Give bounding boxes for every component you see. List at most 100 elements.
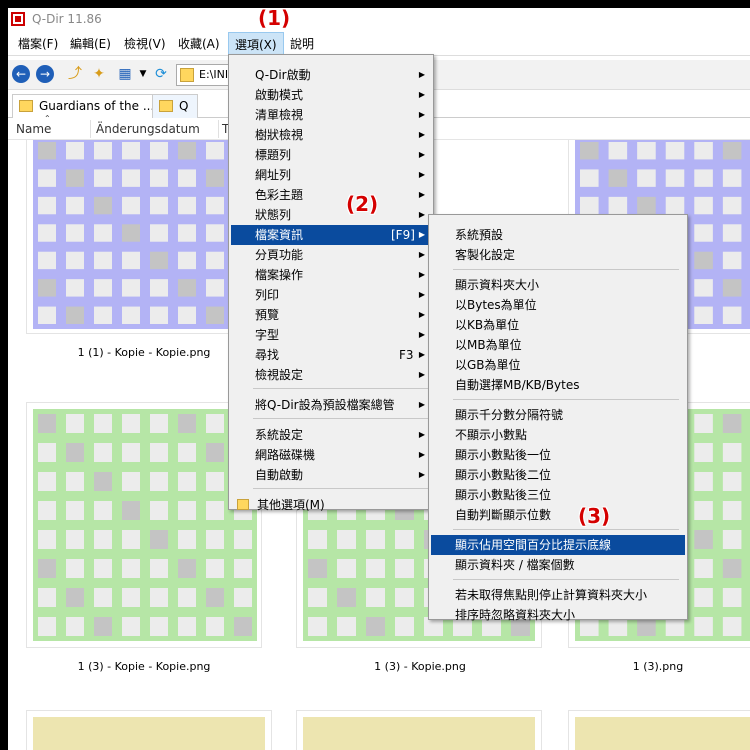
- file-info-menu-item[interactable]: 以Bytes為單位: [431, 295, 685, 315]
- submenu-arrow-icon: ▶: [418, 250, 425, 259]
- file-thumbnail[interactable]: [568, 710, 750, 750]
- qdir-window: Q-Dir 11.86 檔案(F) 編輯(E) 檢視(V) 收藏(A) 選項(X…: [8, 8, 750, 750]
- menu-separator: [453, 579, 679, 580]
- menu-item-label: 網址列: [255, 168, 292, 182]
- menu-favorites[interactable]: 收藏(A): [172, 32, 226, 56]
- options-menu-item[interactable]: 色彩主題 ▶: [231, 185, 431, 205]
- menu-separator: [253, 488, 429, 489]
- options-menu-item[interactable]: 檔案操作 ▶: [231, 265, 431, 285]
- up-folder-icon[interactable]: ⤴: [66, 66, 84, 82]
- options-menu-item[interactable]: 樹狀檢視 ▶: [231, 125, 431, 145]
- file-caption[interactable]: 1 (3) - Kopie.png: [300, 660, 540, 673]
- submenu-arrow-icon: ▶: [418, 110, 425, 119]
- submenu-arrow-icon: ▶: [418, 150, 425, 159]
- options-menu-item[interactable]: 列印 ▶: [231, 285, 431, 305]
- tab-guardians[interactable]: Guardians of the ...: [12, 94, 154, 118]
- menu-item-label: 顯示小數點後二位: [455, 468, 552, 482]
- forward-icon[interactable]: →: [36, 65, 54, 83]
- menu-bar: 檔案(F) 編輯(E) 檢視(V) 收藏(A) 選項(X) 說明: [8, 32, 750, 56]
- menu-item-shortcut: [F9]: [391, 228, 415, 242]
- options-menu-item[interactable]: 尋找 F3 ▶: [231, 345, 431, 365]
- options-menu-item[interactable]: 檢視設定 ▶: [231, 365, 431, 385]
- menu-item-label: 樹狀檢視: [255, 128, 304, 142]
- file-info-menu-item[interactable]: 顯示資料夾大小: [431, 275, 685, 295]
- tab-q[interactable]: Q: [152, 94, 198, 118]
- view-mode-icon[interactable]: ▦: [116, 66, 134, 82]
- menu-item-label: 顯示小數點後一位: [455, 448, 552, 462]
- options-menu-item[interactable]: 自動啟動 ▶: [231, 465, 431, 485]
- menu-item-label: 預覽: [255, 308, 280, 322]
- file-thumbnail[interactable]: [26, 402, 262, 648]
- options-menu-item[interactable]: 網址列 ▶: [231, 165, 431, 185]
- file-info-menu-item[interactable]: 顯示千分數分隔符號: [431, 405, 685, 425]
- options-menu-item[interactable]: 啟動模式 ▶: [231, 85, 431, 105]
- options-menu-item[interactable]: 預覽 ▶: [231, 305, 431, 325]
- tab-label: Q: [179, 99, 189, 113]
- file-thumbnail[interactable]: [296, 710, 542, 750]
- file-caption[interactable]: 1 (3) - Kopie - Kopie.png: [24, 660, 264, 673]
- options-menu-item[interactable]: 系統設定 ▶: [231, 425, 431, 445]
- file-info-menu-item[interactable]: 客製化設定: [431, 245, 685, 265]
- options-menu-item[interactable]: 清單檢視 ▶: [231, 105, 431, 125]
- address-bar[interactable]: E:\INI: [176, 64, 236, 86]
- menu-help[interactable]: 說明: [284, 32, 320, 56]
- options-menu-item[interactable]: 標題列 ▶: [231, 145, 431, 165]
- thumbnail-image: [33, 717, 265, 750]
- menu-separator: [453, 529, 679, 530]
- options-menu-item[interactable]: 字型 ▶: [231, 325, 431, 345]
- menu-item-label: Q-Dir啟動: [255, 68, 311, 82]
- menu-item-label: 檔案操作: [255, 268, 304, 282]
- column-separator[interactable]: [90, 120, 91, 138]
- file-info-menu-item[interactable]: 以GB為單位: [431, 355, 685, 375]
- submenu-arrow-icon: ▶: [418, 310, 425, 319]
- file-thumbnail[interactable]: [26, 140, 262, 334]
- refresh-icon[interactable]: ⟳: [152, 66, 170, 82]
- file-info-menu-item[interactable]: 若未取得焦點則停止計算資料夾大小: [431, 585, 685, 605]
- file-info-menu-item[interactable]: 顯示小數點後三位: [431, 485, 685, 505]
- options-menu-item[interactable]: Q-Dir啟動 ▶: [231, 65, 431, 85]
- window-title: Q-Dir 11.86: [32, 12, 102, 26]
- menu-options[interactable]: 選項(X): [228, 32, 284, 56]
- file-info-menu-item[interactable]: 顯示小數點後二位: [431, 465, 685, 485]
- options-menu-item[interactable]: 其他選項(M): [231, 495, 431, 515]
- submenu-arrow-icon: ▶: [418, 290, 425, 299]
- column-separator[interactable]: [218, 120, 219, 138]
- file-info-menu-item[interactable]: 系統預設: [431, 225, 685, 245]
- file-thumbnail[interactable]: [26, 710, 272, 750]
- file-info-menu-item[interactable]: 以MB為單位: [431, 335, 685, 355]
- options-menu-item[interactable]: 檔案資訊 [F9] ▶: [231, 225, 431, 245]
- menu-item-label: 排序時忽略資料夾大小: [455, 608, 576, 622]
- file-info-menu-item[interactable]: 顯示佔用空間百分比提示底線: [431, 535, 685, 555]
- file-info-menu-item[interactable]: 顯示小數點後一位: [431, 445, 685, 465]
- thumbnail-image: [33, 140, 257, 329]
- options-menu-item[interactable]: 將Q-Dir設為預設檔案總管 ▶: [231, 395, 431, 415]
- file-caption[interactable]: 1 (3).png: [568, 660, 748, 673]
- menu-item-label: 顯示資料夾大小: [455, 278, 540, 292]
- options-menu-item[interactable]: 分頁功能 ▶: [231, 245, 431, 265]
- file-info-menu-item[interactable]: 自動選擇MB/KB/Bytes: [431, 375, 685, 395]
- file-info-menu-item[interactable]: 顯示資料夾 / 檔案個數: [431, 555, 685, 575]
- back-icon[interactable]: ←: [12, 65, 30, 83]
- menu-item-label: 系統預設: [455, 228, 504, 242]
- menu-item-label: 字型: [255, 328, 280, 342]
- file-info-menu-item[interactable]: 不顯示小數點: [431, 425, 685, 445]
- chevron-down-icon[interactable]: ▼: [134, 66, 152, 82]
- file-info-menu-item[interactable]: 排序時忽略資料夾大小: [431, 605, 685, 625]
- menu-edit[interactable]: 編輯(E): [64, 32, 117, 56]
- menu-item-label: 標題列: [255, 148, 292, 162]
- submenu-arrow-icon: ▶: [418, 230, 425, 239]
- column-name[interactable]: Name: [16, 122, 51, 136]
- menu-view[interactable]: 檢視(V): [118, 32, 172, 56]
- file-info-menu-item[interactable]: 以KB為單位: [431, 315, 685, 335]
- column-date[interactable]: Änderungsdatum: [96, 122, 200, 136]
- menu-file[interactable]: 檔案(F): [12, 32, 64, 56]
- menu-separator: [453, 269, 679, 270]
- submenu-arrow-icon: ▶: [418, 90, 425, 99]
- app-icon: [11, 12, 25, 26]
- options-menu-item[interactable]: 網路磁碟機 ▶: [231, 445, 431, 465]
- new-folder-icon[interactable]: ✦: [90, 66, 108, 82]
- folder-icon: [19, 100, 33, 112]
- file-info-menu-item[interactable]: 自動判斷顯示位數: [431, 505, 685, 525]
- options-menu-item[interactable]: 狀態列 ▶: [231, 205, 431, 225]
- menu-item-label: 將Q-Dir設為預設檔案總管: [255, 398, 395, 412]
